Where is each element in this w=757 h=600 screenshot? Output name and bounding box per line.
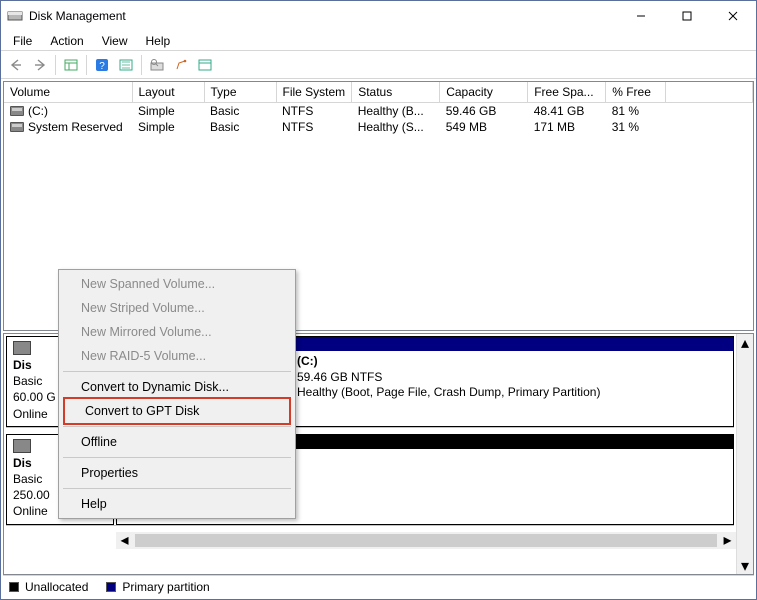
legend-primary-label: Primary partition [122, 580, 209, 594]
menu-item[interactable]: Convert to Dynamic Disk... [61, 375, 293, 399]
action-button[interactable] [170, 54, 192, 76]
disk-icon [13, 439, 31, 453]
col-layout[interactable]: Layout [132, 82, 204, 102]
col-pct[interactable]: % Free [606, 82, 666, 102]
svg-text:?: ? [99, 61, 105, 72]
col-fs[interactable]: File System [276, 82, 352, 102]
rescan-button[interactable] [146, 54, 168, 76]
vertical-scrollbar[interactable]: ▴ ▾ [736, 334, 753, 574]
menu-item[interactable]: Offline [61, 430, 293, 454]
forward-button[interactable] [29, 54, 51, 76]
menu-item[interactable]: Properties [61, 461, 293, 485]
titlebar[interactable]: Disk Management [1, 1, 756, 31]
help-button[interactable]: ? [91, 54, 113, 76]
list-button[interactable] [194, 54, 216, 76]
scroll-right-icon[interactable]: ▸ [719, 532, 736, 549]
minimize-button[interactable] [618, 1, 664, 31]
menu-item: New RAID-5 Volume... [61, 344, 293, 368]
col-type[interactable]: Type [204, 82, 276, 102]
col-volume[interactable]: Volume [4, 82, 132, 102]
column-headers[interactable]: Volume Layout Type File System Status Ca… [4, 82, 753, 102]
menu-action[interactable]: Action [42, 32, 91, 50]
menu-item: New Striped Volume... [61, 296, 293, 320]
volume-row[interactable]: (C:) SimpleBasicNTFSHealthy (B...59.46 G… [4, 102, 753, 119]
legend-unallocated-label: Unallocated [25, 580, 88, 594]
menu-view[interactable]: View [94, 32, 136, 50]
refresh-button[interactable] [115, 54, 137, 76]
window-title: Disk Management [29, 9, 618, 23]
close-button[interactable] [710, 1, 756, 31]
volume-row[interactable]: System Reserved SimpleBasicNTFSHealthy (… [4, 119, 753, 135]
scroll-down-icon[interactable]: ▾ [737, 557, 753, 574]
col-capacity[interactable]: Capacity [440, 82, 528, 102]
disk-context-menu[interactable]: New Spanned Volume...New Striped Volume.… [58, 269, 296, 519]
legend-unallocated-swatch [9, 582, 19, 592]
show-hide-button[interactable] [60, 54, 82, 76]
maximize-button[interactable] [664, 1, 710, 31]
menu-help[interactable]: Help [138, 32, 179, 50]
horizontal-scrollbar[interactable]: ◂▸ [116, 532, 736, 549]
partition[interactable]: (C:)59.46 GB NTFSHealthy (Boot, Page Fil… [288, 336, 734, 427]
scroll-left-icon[interactable]: ◂ [116, 532, 133, 549]
disk-management-window: Disk Management File Action View Help ? [0, 0, 757, 600]
scroll-up-icon[interactable]: ▴ [737, 334, 753, 351]
legend-primary-swatch [106, 582, 116, 592]
menu-file[interactable]: File [5, 32, 40, 50]
legend: Unallocated Primary partition [3, 575, 754, 597]
toolbar: ? [1, 51, 756, 79]
disk-icon [13, 341, 31, 355]
menubar: File Action View Help [1, 31, 756, 51]
menu-item: New Mirrored Volume... [61, 320, 293, 344]
col-status[interactable]: Status [352, 82, 440, 102]
app-icon [7, 8, 23, 24]
menu-item[interactable]: Convert to GPT Disk [65, 399, 289, 423]
menu-item[interactable]: Help [61, 492, 293, 516]
drive-icon [10, 122, 24, 132]
col-free[interactable]: Free Spa... [528, 82, 606, 102]
back-button[interactable] [5, 54, 27, 76]
col-extra[interactable] [666, 82, 753, 102]
drive-icon [10, 106, 24, 116]
menu-item: New Spanned Volume... [61, 272, 293, 296]
